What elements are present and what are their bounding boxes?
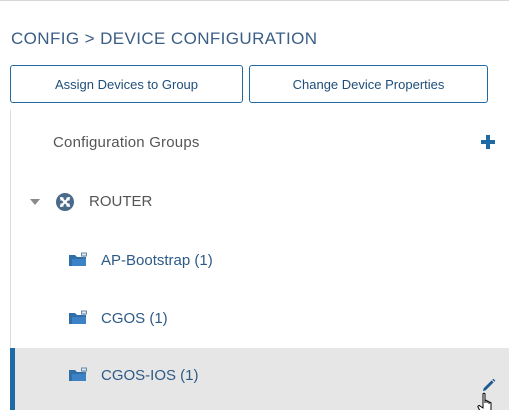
folder-devices-icon <box>69 310 87 324</box>
assign-devices-button[interactable]: Assign Devices to Group <box>10 65 243 103</box>
breadcrumb: CONFIG > DEVICE CONFIGURATION <box>11 29 318 48</box>
folder-devices-icon <box>69 367 87 381</box>
tree-header: Configuration Groups <box>11 110 509 176</box>
tree-node-label: CGOS-IOS (1) <box>101 367 199 384</box>
configuration-groups-tree: Configuration Groups ROUTER AP-Bootstrap… <box>10 110 509 410</box>
selection-indicator <box>10 348 15 410</box>
change-device-properties-button[interactable]: Change Device Properties <box>249 65 488 103</box>
tree-node-label: CGOS (1) <box>101 310 168 327</box>
hand-cursor-icon <box>477 392 492 410</box>
router-icon <box>56 193 74 211</box>
tree-node-group-selected[interactable]: CGOS-IOS (1) <box>10 348 509 410</box>
plus-icon[interactable] <box>480 134 496 150</box>
tree-node-label: ROUTER <box>89 193 153 210</box>
pencil-icon[interactable] <box>481 378 496 393</box>
top-divider <box>0 0 509 1</box>
toolbar: Assign Devices to Group Change Device Pr… <box>10 65 488 103</box>
tree-node-group[interactable]: CGOS (1) <box>11 291 509 349</box>
expand-caret-icon[interactable] <box>30 199 40 205</box>
device-configuration-page: CONFIG > DEVICE CONFIGURATION Assign Dev… <box>0 0 509 410</box>
folder-devices-icon <box>69 252 87 266</box>
tree-header-title: Configuration Groups <box>53 134 200 151</box>
tree-node-label: AP-Bootstrap (1) <box>101 252 213 269</box>
tree-node-router[interactable]: ROUTER <box>11 174 509 232</box>
tree-node-group[interactable]: AP-Bootstrap (1) <box>11 233 509 291</box>
